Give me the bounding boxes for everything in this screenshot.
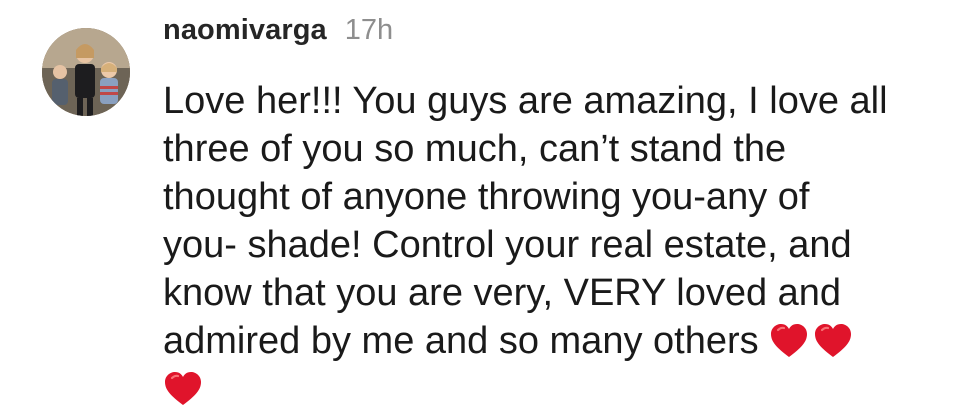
red-heart-icon xyxy=(813,321,853,361)
username-link[interactable]: naomivarga xyxy=(163,14,327,47)
comment-body: naomivarga 17h Love her!!! You guys are … xyxy=(163,14,963,413)
comment-meta: naomivarga 17h xyxy=(163,14,963,58)
red-heart-icon xyxy=(769,321,809,361)
avatar[interactable] xyxy=(42,28,130,116)
red-heart-icon xyxy=(163,369,203,409)
comment-text: Love her!!! You guys are amazing, I love… xyxy=(163,77,893,413)
comment-timestamp[interactable]: 17h xyxy=(345,14,393,47)
avatar-photo xyxy=(42,28,130,116)
comment-item: naomivarga 17h Love her!!! You guys are … xyxy=(0,0,980,418)
